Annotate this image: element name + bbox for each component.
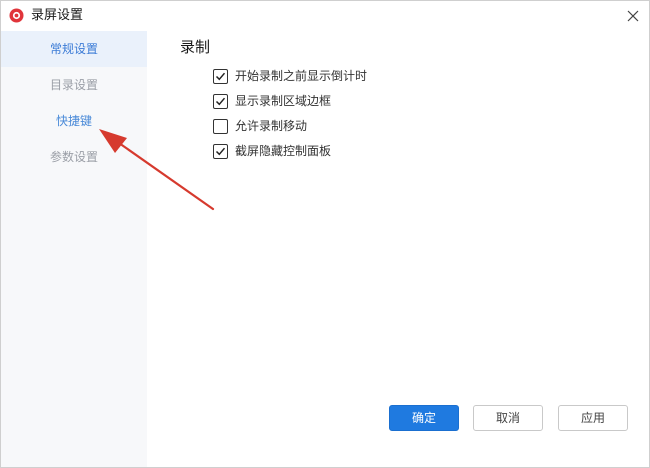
sidebar-item-directory[interactable]: 目录设置 [1, 67, 147, 103]
sidebar-item-parameters[interactable]: 参数设置 [1, 139, 147, 175]
settings-content: 录制 开始录制之前显示倒计时 显示录制区域边框 允许录制移动 截屏隐藏控制面板 … [147, 31, 649, 467]
cancel-button[interactable]: 取消 [473, 405, 543, 431]
close-icon [627, 10, 639, 22]
allow-move-checkbox[interactable] [213, 119, 228, 134]
apply-button[interactable]: 应用 [558, 405, 628, 431]
show-border-label: 显示录制区域边框 [235, 94, 332, 108]
confirm-button[interactable]: 确定 [389, 405, 459, 431]
hide-panel-checkbox[interactable] [213, 144, 228, 159]
sidebar-item-hotkeys[interactable]: 快捷键 [1, 103, 147, 139]
record-app-icon [9, 8, 24, 23]
settings-sidebar: 常规设置 目录设置 快捷键 参数设置 [1, 31, 147, 467]
allow-move-label: 允许录制移动 [235, 119, 308, 133]
show-border-checkbox[interactable] [213, 94, 228, 109]
close-button[interactable] [621, 4, 645, 28]
title-bar: 录屏设置 [1, 1, 649, 31]
checkmark-icon [215, 147, 226, 156]
window-title: 录屏设置 [31, 8, 84, 23]
checkmark-icon [215, 97, 226, 106]
checkmark-icon [215, 72, 226, 81]
sidebar-item-general[interactable]: 常规设置 [1, 31, 147, 67]
countdown-checkbox[interactable] [213, 69, 228, 84]
settings-window: 录屏设置 常规设置 目录设置 快捷键 参数设置 录制 开始录制之前显示倒计时 显… [0, 0, 650, 468]
section-title-recording: 录制 [180, 38, 211, 56]
countdown-label: 开始录制之前显示倒计时 [235, 69, 368, 83]
hide-panel-label: 截屏隐藏控制面板 [235, 144, 332, 158]
